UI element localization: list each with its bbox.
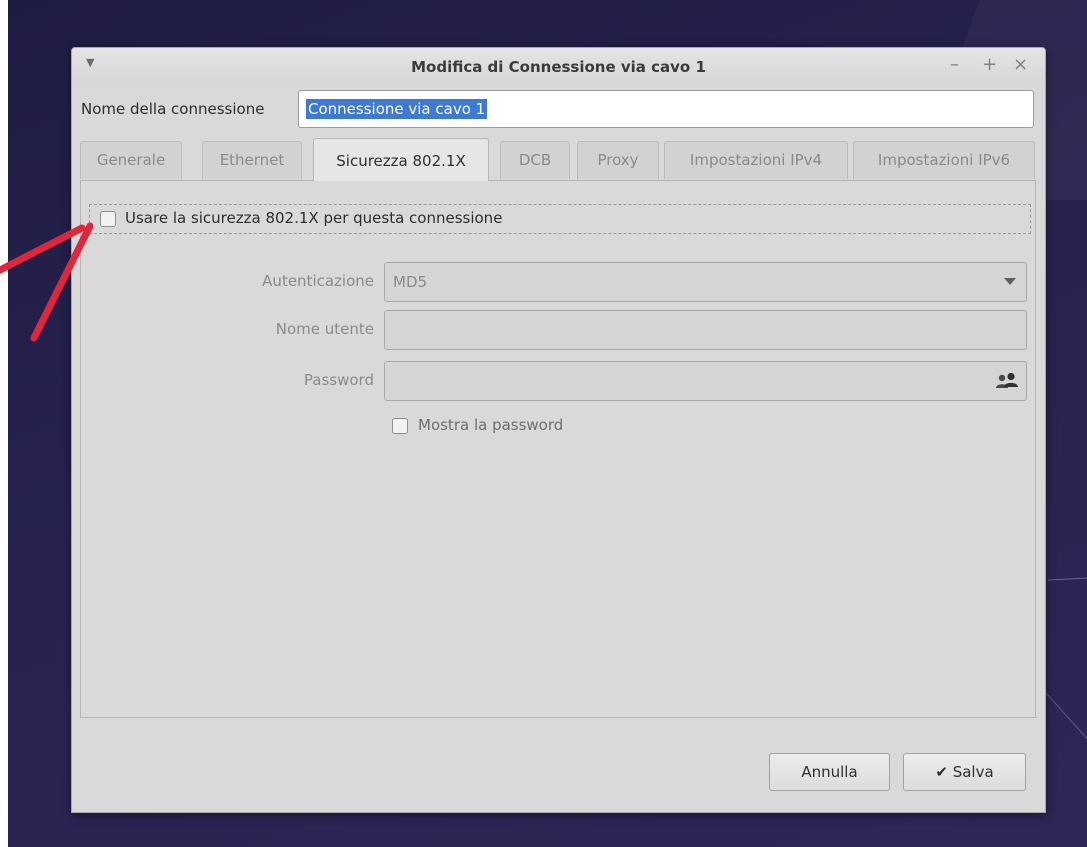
password-label: Password (303, 371, 374, 389)
save-label: Salva (952, 763, 994, 781)
use-8021x-row[interactable]: Usare la sicurezza 802.1X per questa con… (89, 204, 1031, 234)
connection-editor-window: ▼ Modifica di Connessione via cavo 1 – +… (71, 47, 1046, 813)
tab-ipv4[interactable]: Impostazioni IPv4 (664, 141, 848, 179)
show-password-label: Mostra la password (418, 416, 564, 434)
chevron-down-icon (1004, 278, 1016, 285)
maximize-button[interactable]: + (982, 55, 997, 75)
users-icon[interactable] (994, 371, 1020, 395)
use-8021x-label: Usare la sicurezza 802.1X per questa con… (125, 209, 503, 227)
password-input[interactable] (384, 361, 1027, 401)
cancel-button[interactable]: Annulla (769, 753, 890, 791)
connection-name-input[interactable]: Connessione via cavo 1 (298, 90, 1034, 128)
connection-name-value: Connessione via cavo 1 (306, 99, 488, 119)
close-button[interactable]: × (1013, 55, 1028, 75)
window-title: Modifica di Connessione via cavo 1 (411, 58, 706, 76)
show-password-checkbox[interactable] (392, 418, 408, 434)
username-input[interactable] (384, 310, 1027, 350)
check-icon: ✔ (935, 763, 948, 781)
desktop-line (1048, 576, 1087, 581)
tab-sicurezza-8021x[interactable]: Sicurezza 802.1X (313, 138, 489, 181)
tab-generale[interactable]: Generale (80, 141, 182, 179)
username-label: Nome utente (275, 320, 374, 338)
title-bar[interactable]: ▼ Modifica di Connessione via cavo 1 – +… (72, 48, 1045, 86)
save-button[interactable]: ✔ Salva (903, 753, 1026, 791)
auth-value: MD5 (393, 273, 428, 291)
tab-ipv6[interactable]: Impostazioni IPv6 (853, 141, 1035, 179)
minimize-button[interactable]: – (950, 55, 959, 75)
tab-ethernet[interactable]: Ethernet (202, 141, 302, 179)
desktop-line (1043, 690, 1087, 758)
red-arrow-icon (0, 222, 94, 342)
auth-dropdown[interactable]: MD5 (384, 262, 1027, 302)
tab-proxy[interactable]: Proxy (577, 141, 659, 179)
connection-name-label: Nome della connessione (81, 100, 265, 118)
tab-dcb[interactable]: DCB (500, 141, 570, 179)
tab-panel-sicurezza (80, 180, 1036, 718)
auth-label: Autenticazione (262, 272, 374, 290)
